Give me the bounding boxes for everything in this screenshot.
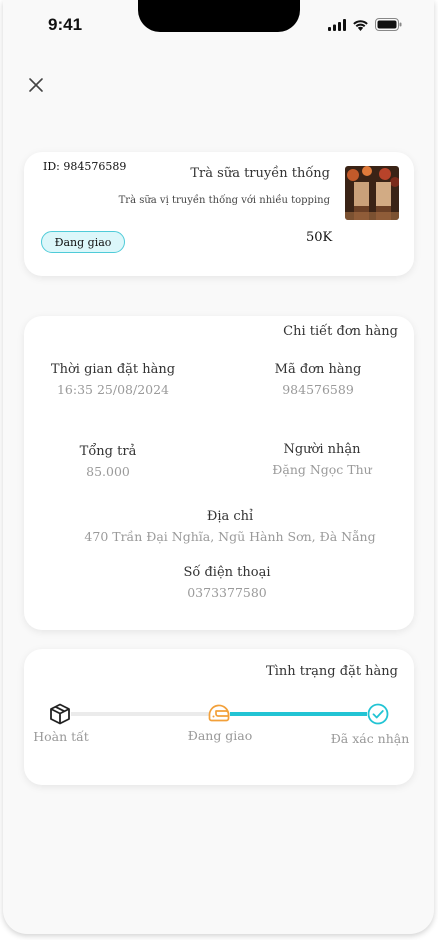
status-bar: 9:41 (3, 0, 434, 50)
order-code-value: 984576589 (282, 382, 354, 397)
box-icon (50, 703, 70, 725)
wifi-icon (353, 19, 368, 31)
notch (138, 0, 300, 32)
phone-label: Số điện thoại (183, 565, 271, 580)
step-label-confirmed: Đã xác nhận (330, 731, 410, 746)
order-time-value: 16:35 25/08/2024 (56, 382, 170, 397)
progress-fill (230, 712, 367, 716)
order-time-label: Thời gian đặt hàng (50, 362, 176, 377)
battery-icon (375, 18, 402, 31)
product-description: Trà sữa vị truyền thống với nhiều toppin… (118, 195, 330, 206)
step-label-delivering: Đang giao (187, 728, 253, 743)
signal-icon (328, 18, 346, 31)
address-field: Địa chỉ 470 Trần Đại Nghĩa, Ngũ Hành Sơn… (84, 509, 375, 544)
receiver-field: Người nhận Đặng Ngọc Thư (272, 442, 371, 477)
step-label-completed: Hoàn tất (33, 729, 89, 744)
close-icon (29, 78, 43, 92)
status-icons (328, 18, 402, 31)
total-field: Tổng trả 85.000 (80, 444, 137, 479)
order-detail-card: Chi tiết đơn hàng Thời gian đặt hàng 16:… (24, 316, 414, 630)
order-code-field: Mã đơn hàng 984576589 (275, 362, 362, 397)
order-time-field: Thời gian đặt hàng 16:35 25/08/2024 (51, 362, 175, 397)
order-detail-screen: 9:41 ID: 984576589 Trà sữa truyền thống … (3, 0, 434, 934)
receiver-value: Đặng Ngọc Thư (272, 462, 372, 477)
product-name: Trà sữa truyền thống (190, 166, 330, 181)
address-value: 470 Trần Đại Nghĩa, Ngũ Hành Sơn, Đà Nẵn… (84, 529, 376, 544)
check-circle-icon (367, 703, 389, 725)
address-label: Địa chỉ (206, 509, 254, 524)
order-status-badge: Đang giao (41, 231, 125, 253)
product-price: 50K (306, 230, 333, 245)
phone-field: Số điện thoại 0373377580 (183, 565, 270, 600)
status-time: 9:41 (48, 15, 83, 34)
progress-track (71, 712, 222, 716)
helmet-icon (208, 704, 230, 722)
total-label: Tổng trả (79, 444, 137, 459)
close-button[interactable] (23, 72, 49, 98)
order-id: ID: 984576589 (43, 160, 127, 173)
product-image (345, 166, 399, 220)
phone-value: 0373377580 (187, 585, 267, 600)
order-detail-title: Chi tiết đơn hàng (283, 324, 398, 339)
receiver-label: Người nhận (283, 442, 361, 457)
total-value: 85.000 (86, 464, 130, 479)
order-summary-card[interactable]: ID: 984576589 Trà sữa truyền thống Trà s… (24, 152, 414, 276)
order-tracking-card: Tình trạng đặt hàng Hoàn tất Đang giao Đ… (24, 649, 414, 785)
tracking-title: Tình trạng đặt hàng (266, 664, 398, 679)
order-code-label: Mã đơn hàng (274, 362, 362, 377)
